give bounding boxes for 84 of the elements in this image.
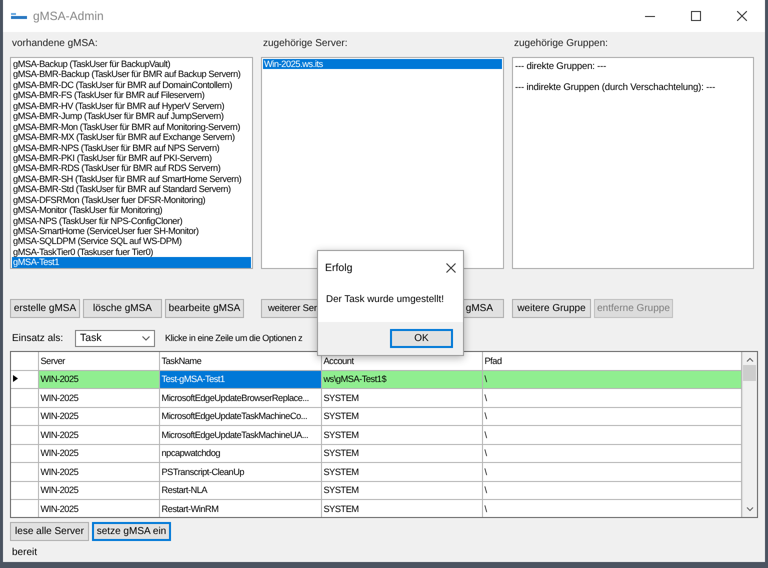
table-cell[interactable]: WIN-2025 [38, 444, 159, 462]
table-cell[interactable]: WIN-2025 [38, 388, 159, 407]
table-cell[interactable]: WIN-2025 [38, 500, 159, 517]
table-cell[interactable]: \ [482, 370, 741, 388]
table-cell[interactable]: SYSTEM [321, 388, 482, 407]
table-cell[interactable]: Test-gMSA-Test1 [159, 370, 321, 388]
table-cell[interactable]: \ [482, 500, 741, 517]
scrollbar[interactable] [742, 352, 757, 517]
hint-text: Klicke in eine Zeile um die Optionen z [165, 333, 302, 343]
list-item[interactable]: gMSA-TaskTier0 (Taskuser fuer Tier0) [12, 246, 251, 258]
group-line: --- direkte Gruppen: --- [514, 60, 608, 72]
list-item[interactable]: gMSA-BMR-Std (TaskUser für BMR auf Standard Servern) [12, 184, 251, 195]
action-button[interactable]: lese alle Server [10, 522, 89, 541]
table-cell[interactable]: MicrosoftEdgeUpdateTaskMachineUA... [159, 426, 321, 444]
table-cell[interactable]: SYSTEM [321, 426, 482, 444]
list-item[interactable]: gMSA-Monitor (TaskUser für Monitoring) [12, 205, 251, 216]
table-cell[interactable]: Restart-WinRM [159, 500, 321, 517]
status-text: bereit [11, 547, 38, 558]
column-header[interactable]: TaskName [159, 352, 321, 370]
column-header[interactable]: Server [38, 352, 159, 370]
group-line: --- indirekte Gruppen (durch Verschachtelung): --- [514, 81, 716, 93]
scroll-up-icon[interactable] [746, 356, 754, 364]
list-item[interactable]: gMSA-NPS (TaskUser für NPS-ConfigCloner) [12, 216, 251, 226]
table-cell[interactable]: Restart-NLA [159, 481, 321, 500]
table-cell[interactable]: WIN-2025 [38, 407, 159, 426]
app-icon [11, 12, 27, 20]
table-cell[interactable]: MicrosoftEdgeUpdateBrowserReplace... [159, 388, 321, 407]
scroll-thumb[interactable] [743, 365, 756, 381]
table-cell[interactable]: WIN-2025 [38, 481, 159, 500]
window-title: gMSA-Admin [33, 9, 105, 23]
list-item[interactable]: gMSA-BMR-Jump (TaskUser für BMR auf JumpServern) [12, 111, 251, 122]
list-item[interactable]: gMSA-BMR-NPS (TaskUser für BMR auf NPS Servern) [12, 142, 251, 153]
table-cell[interactable]: WIN-2025 [38, 426, 159, 444]
action-button[interactable]: lösche gMSA [83, 299, 162, 318]
table-cell[interactable]: \ [482, 444, 741, 462]
list-item[interactable]: gMSA-BMR-MX (TaskUser für BMR auf Exchange Servern) [12, 132, 251, 142]
usage-label: Einsatz als: [11, 332, 64, 344]
table-cell[interactable]: WIN-2025 [38, 462, 159, 481]
current-row-icon [13, 375, 18, 382]
action-button[interactable]: weitere Gruppe [512, 299, 591, 318]
table-cell[interactable]: SYSTEM [321, 462, 482, 481]
panel-label: zugehörige Server: [262, 38, 348, 51]
action-button[interactable]: setze gMSA ein [92, 522, 171, 541]
table-cell[interactable]: SYSTEM [321, 444, 482, 462]
close-icon[interactable] [446, 263, 456, 273]
dialog-title: Erfolg [325, 262, 352, 274]
ok-button[interactable]: OK [390, 329, 453, 348]
list-item[interactable]: gMSA-DFSRMon (TaskUser fuer DFSR-Monitoring) [12, 194, 251, 206]
chevron-down-icon [142, 336, 150, 340]
table-cell[interactable]: PSTranscript-CleanUp [159, 462, 321, 481]
table-cell[interactable]: \ [482, 407, 741, 426]
list-item[interactable]: gMSA-BMR-Backup (TaskUser für BMR auf Backup Servern) [12, 69, 251, 80]
scroll-down-icon[interactable] [746, 505, 754, 513]
list-item[interactable]: gMSA-BMR-FS (TaskUser für BMR auf Fileservern) [12, 90, 251, 101]
list-item[interactable]: gMSA-Backup (TaskUser für BackupVault) [12, 59, 251, 70]
table-cell[interactable]: \ [482, 481, 741, 500]
close-icon [737, 11, 747, 21]
list-item[interactable]: gMSA-Test1 [12, 257, 251, 268]
list-item[interactable]: gMSA-BMR-DC (TaskUser für BMR auf DomainContollern) [12, 80, 251, 90]
table-cell[interactable]: SYSTEM [321, 500, 482, 517]
table-cell[interactable]: \ [482, 426, 741, 444]
action-button[interactable]: bearbeite gMSA [165, 299, 244, 318]
list-item[interactable]: gMSA-BMR-PKI (TaskUser für BMR auf PKI-Servern) [12, 152, 251, 164]
table-cell[interactable]: ws\gMSA-Test1$ [321, 370, 482, 388]
table-cell[interactable]: WIN-2025 [38, 370, 159, 388]
table-cell[interactable]: MicrosoftEdgeUpdateTaskMachineCo... [159, 407, 321, 426]
panel-label: vorhandene gMSA: [11, 38, 99, 51]
table-cell[interactable]: SYSTEM [321, 481, 482, 500]
list-item[interactable]: gMSA-SmartHome (ServiceUser fuer SH-Monitor) [12, 226, 251, 236]
list-item[interactable]: gMSA-BMR-Mon (TaskUser für BMR auf Monitoring-Servern) [12, 122, 251, 132]
table-cell[interactable]: npcapwatchdog [159, 444, 321, 462]
list-item[interactable]: gMSA-BMR-HV (TaskUser für BMR auf HyperV Servern) [12, 100, 251, 112]
table-cell[interactable]: \ [482, 462, 741, 481]
list-item[interactable]: gMSA-BMR-RDS (TaskUser für BMR auf RDS Servern) [12, 163, 251, 174]
list-item[interactable]: gMSA-BMR-SH (TaskUser für BMR auf SmartHome Servern) [12, 174, 251, 184]
maximize-icon [691, 11, 701, 21]
table-cell[interactable]: SYSTEM [321, 407, 482, 426]
action-button[interactable]: erstelle gMSA [10, 299, 80, 318]
list-item[interactable]: Win-2025.ws.its [263, 59, 502, 70]
panel-label: zugehörige Gruppen: [513, 38, 609, 51]
table-cell[interactable]: \ [482, 388, 741, 407]
column-header[interactable]: Pfad [482, 352, 741, 370]
list-item[interactable]: gMSA-SQLDPM (Service SQL auf WS-DPM) [12, 236, 251, 247]
usage-dropdown[interactable]: Task [75, 330, 155, 346]
